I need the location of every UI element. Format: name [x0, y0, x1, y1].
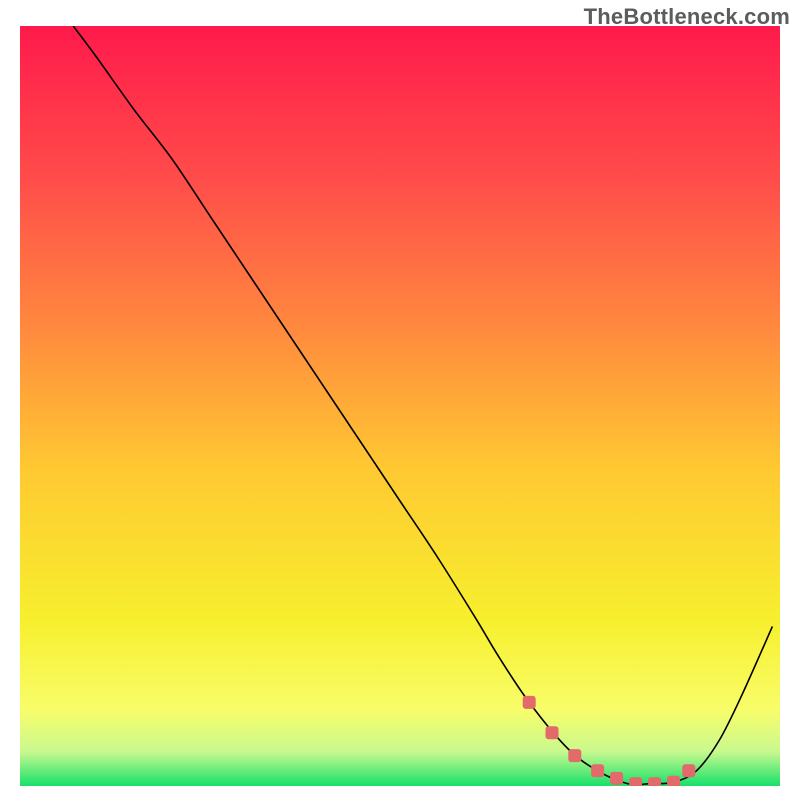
chart-container: TheBottleneck.com	[0, 0, 800, 800]
chart-background	[20, 26, 780, 786]
bottleneck-chart	[20, 26, 780, 786]
